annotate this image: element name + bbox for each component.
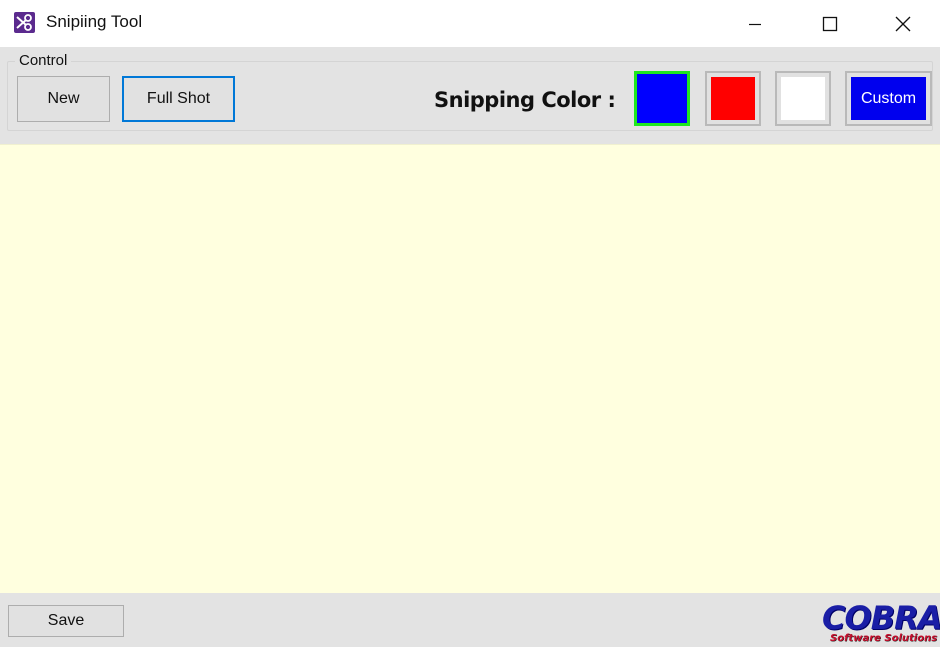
control-group-label: Control [15,52,72,69]
snipping-color-label: Snipping Color : [434,88,616,112]
color-swatch-blue[interactable] [634,71,690,126]
snip-canvas[interactable] [0,144,940,593]
new-button[interactable]: New [17,76,110,122]
footer-bar: Save COBRA Software Solutions [0,593,940,647]
maximize-icon [822,16,838,31]
color-swatch-red[interactable] [705,71,761,126]
title-bar: Snipiing Tool [0,0,940,47]
color-swatch-white-fill [781,77,825,120]
window-title: Snipiing Tool [46,12,143,31]
cobra-logo: COBRA Software Solutions [820,599,940,645]
close-icon [895,16,911,31]
scissors-icon [14,12,35,33]
close-button[interactable] [868,0,938,47]
color-swatch-white[interactable] [775,71,831,126]
custom-color-button[interactable]: Custom [845,71,932,126]
minimize-icon [749,23,761,25]
minimize-button[interactable] [725,0,785,47]
color-swatch-blue-fill [637,74,687,123]
logo-main-text: COBRA [822,599,940,637]
full-shot-button[interactable]: Full Shot [122,76,235,122]
color-swatch-red-fill [711,77,755,120]
logo-sub-text: Software Solutions [830,633,938,644]
toolbar: Control New Full Shot Snipping Color : C… [0,47,940,144]
custom-color-label: Custom [851,77,926,120]
save-button[interactable]: Save [8,605,124,637]
maximize-button[interactable] [795,0,865,47]
